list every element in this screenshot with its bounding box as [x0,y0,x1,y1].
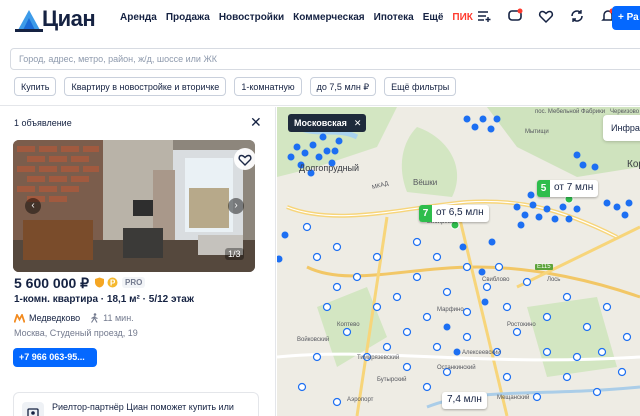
promo-text: Риелтор-партнёр Циан поможет купить или [52,402,234,412]
place-label: пос. Мебельной Фабрики [535,109,606,115]
place-label: Коптево [337,322,360,328]
map-cluster-label[interactable]: 7 от 6,5 млн [419,205,489,222]
photo-counter: 1/3 [225,248,244,260]
nav-commercial[interactable]: Коммерческая [293,12,365,23]
heart-icon [238,154,252,166]
add-listing-button[interactable]: + Ра [612,6,640,30]
map-area[interactable]: Долгопрудный Вёшки Кор МКАД E115 пос. Ме… [277,107,640,416]
walk-time: 11 мин. [103,313,134,323]
header-icons [476,8,616,24]
favorite-icon[interactable] [538,8,554,24]
place-label: Алексеевский [462,350,501,356]
logo-house-icon [15,10,43,32]
active-area-tag[interactable]: Московская ✕ [288,114,367,132]
place-label: Ростокино [507,322,536,328]
listing-address: Москва, Студеный проезд, 19 [14,328,138,338]
place-label: Войковский [297,337,330,343]
map-price-label[interactable]: 7,4 млн [442,392,487,409]
compare-list-icon[interactable] [476,8,492,24]
nav-new-buildings[interactable]: Новостройки [219,12,284,23]
walk-icon [91,313,98,323]
cluster-price: от 7 млн [554,182,594,193]
top-header: Циан Аренда Продажа Новостройки Коммерче… [0,0,640,38]
search-input[interactable]: Город, адрес, метро, район, ж/д, шоссе и… [10,48,640,70]
place-label: Тимирязевский [357,355,400,361]
place-label: Марфино [437,307,464,313]
metro-icon [14,313,25,323]
main-nav: Аренда Продажа Новостройки Коммерческая … [120,12,482,23]
chat-icon[interactable] [507,8,523,24]
ruble-badge-icon: P [107,277,118,288]
place-label: Бутырский [377,377,407,383]
metro-info: Медведково 11 мин. [14,313,134,323]
listing-photo[interactable]: ‹ › 1/3 [13,140,255,272]
photo-next-icon[interactable]: › [228,198,244,214]
show-phone-button[interactable]: +7 966 063-95... [13,348,97,367]
filter-more[interactable]: Ещё фильтры [384,77,457,96]
realtor-promo-card[interactable]: Риелтор-партнёр Циан поможет купить или [13,392,259,416]
place-label: Кор [627,159,640,170]
price-badges: P PRO [94,277,146,288]
nav-pik[interactable]: ПИК [452,12,472,23]
cluster-price: от 6,5 млн [436,207,484,218]
remove-area-icon[interactable]: ✕ [354,118,362,128]
nav-sale[interactable]: Продажа [166,12,210,23]
place-label: Мытищи [525,129,549,135]
nav-mortgage[interactable]: Ипотека [374,12,414,23]
search-bar-row: Город, адрес, метро, район, ж/д, шоссе и… [0,38,640,106]
place-label: Вёшки [413,178,438,187]
realtor-icon [22,402,44,416]
cian-logo[interactable]: Циан [14,4,96,34]
place-label: Аэропорт [347,397,374,403]
area-tag-label: Московская [294,118,347,128]
svg-text:P: P [110,279,116,288]
listing-price: 5 600 000 ₽ [14,275,90,291]
filter-rooms[interactable]: 1-комнатную [234,77,302,96]
logo-text: Циан [42,6,96,31]
results-count: 1 объявление [14,118,72,128]
filter-price[interactable]: до 7,5 млн ₽ [309,77,377,96]
photo-prev-icon[interactable]: ‹ [25,198,41,214]
map-cluster-label[interactable]: 5 от 7 млн [537,180,599,197]
nav-more[interactable]: Ещё [423,12,444,23]
place-label: Свиблово [482,277,510,283]
listing-specs: 1-комн. квартира · 18,1 м² · 5/12 этаж [14,294,194,305]
filter-property-type[interactable]: Квартиру в новостройке и вторичке [64,77,227,96]
highway-badge: E115 [535,264,553,270]
close-panel-icon[interactable]: ✕ [250,115,262,129]
place-label: Останкинский [437,365,476,371]
place-label: Долгопрудный [299,163,360,173]
filter-deal-type[interactable]: Купить [14,77,57,96]
pro-badge: PRO [122,277,146,288]
cluster-count: 7 [419,205,432,222]
refresh-icon[interactable] [569,8,585,24]
nav-rent[interactable]: Аренда [120,12,157,23]
favorite-heart-button[interactable] [234,148,255,170]
place-label: Лось [547,277,561,283]
shield-badge-icon [95,277,104,288]
filter-chips: Купить Квартиру в новостройке и вторичке… [14,77,457,96]
apartment-photo [13,140,255,272]
infrastructure-button[interactable]: Инфра [603,115,640,141]
place-label: Мещанский [497,395,530,401]
listing-panel: 1 объявление ✕ ‹ › 1/3 5 600 000 ₽ P PRO… [0,107,276,416]
cluster-count: 5 [537,180,550,197]
metro-station: Медведково [29,313,81,323]
